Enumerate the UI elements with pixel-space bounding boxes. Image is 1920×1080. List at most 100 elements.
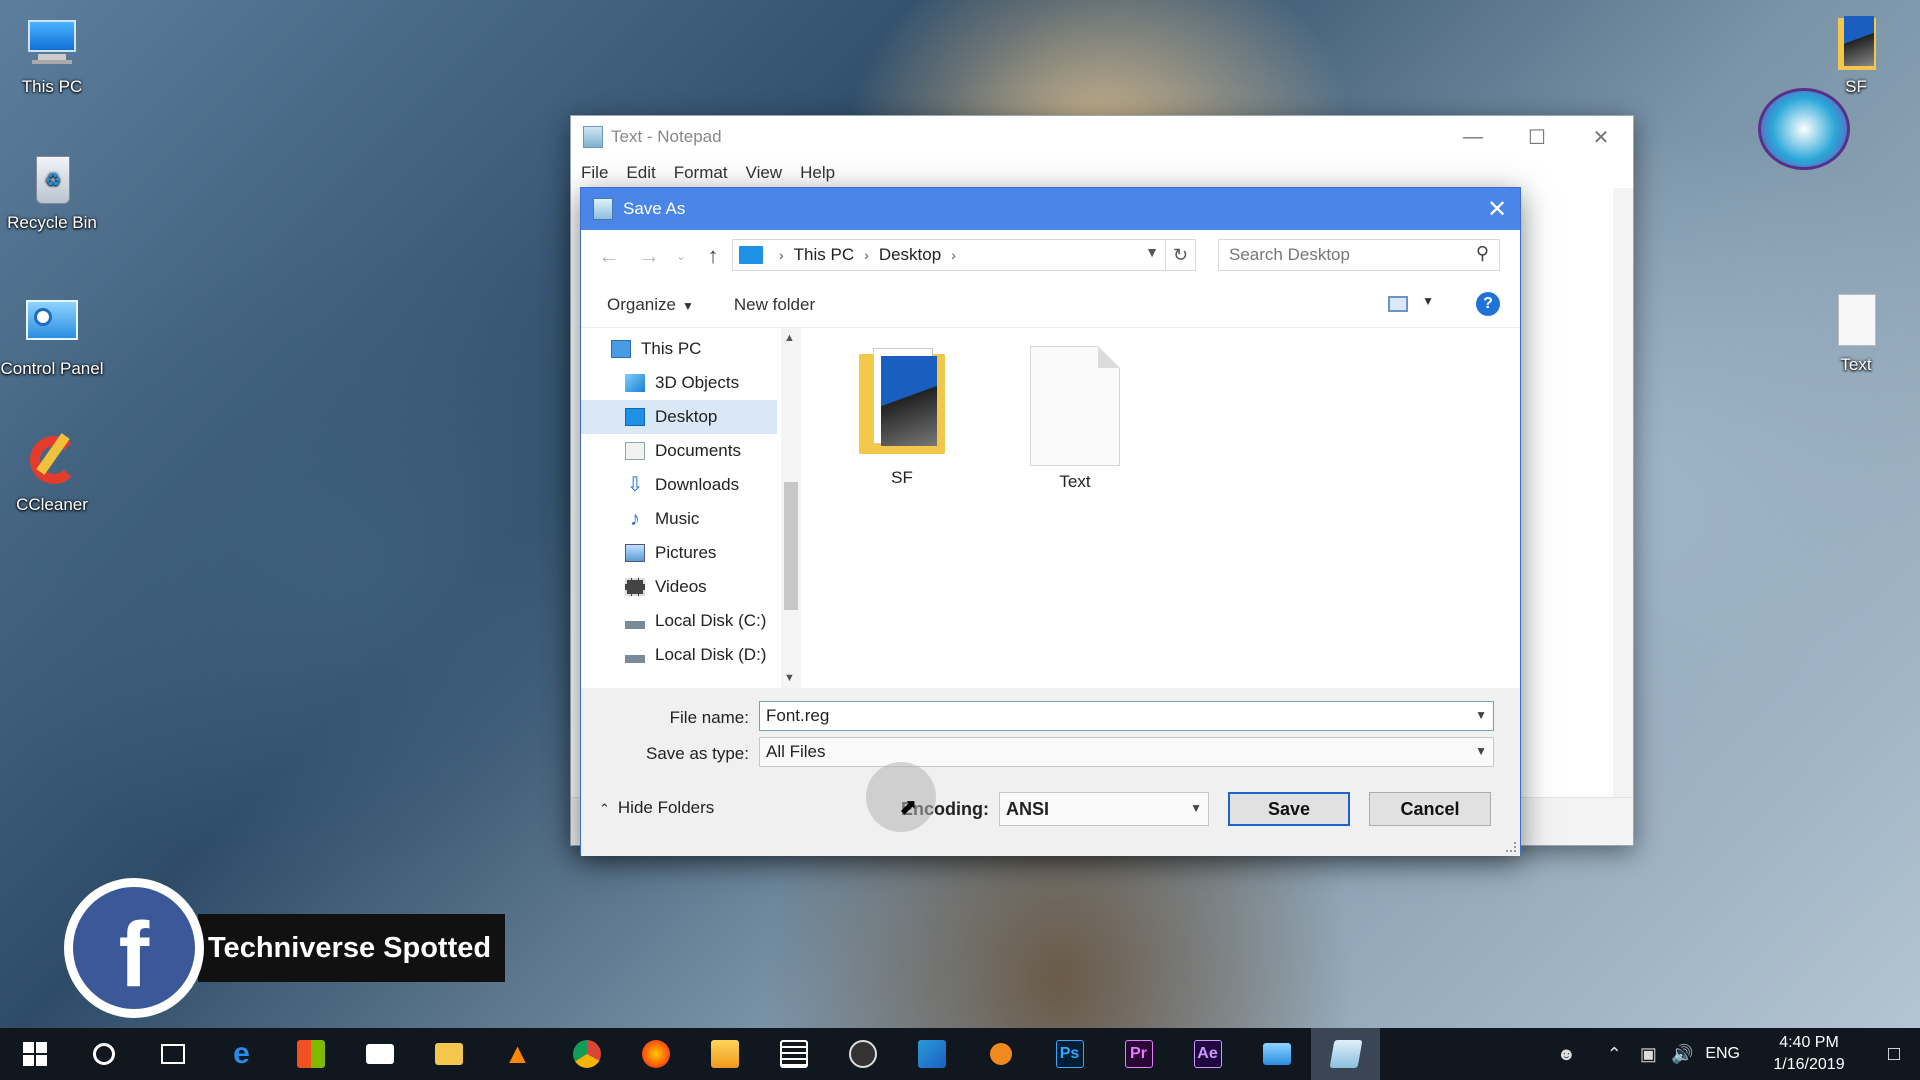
tree-item-this-pc[interactable]: This PC [611,332,781,366]
address-bar[interactable]: › This PC › Desktop › ▼ ↻ [732,239,1196,271]
address-dropdown-icon[interactable]: ▼ [1145,244,1159,260]
tree-item-local-disk-c[interactable]: Local Disk (C:) [625,604,781,638]
people-icon[interactable]: ☻ [1549,1044,1583,1065]
desktop-icon-ccleaner[interactable]: CCleaner [0,432,104,515]
taskbar-photoshop[interactable]: Ps [1035,1028,1104,1080]
file-name-input[interactable]: Font.reg ▼ [759,701,1494,731]
breadcrumb-desktop[interactable]: Desktop [879,245,941,265]
taskbar-store[interactable] [276,1028,345,1080]
search-placeholder: Search Desktop [1229,245,1350,264]
minimize-button[interactable]: — [1441,116,1505,158]
network-icon[interactable]: ▣ [1631,1044,1665,1065]
notepad-titlebar[interactable]: Text - Notepad — ☐ ✕ [571,116,1633,158]
file-item-text[interactable]: Text [1015,346,1135,492]
volume-icon[interactable]: 🔊 [1665,1044,1699,1065]
scroll-up-icon[interactable]: ▲ [784,332,795,344]
desktop-icon-recycle-bin[interactable]: ♻ Recycle Bin [0,150,104,233]
taskbar-edge[interactable]: e [207,1028,276,1080]
taskbar-chrome[interactable] [552,1028,621,1080]
show-hidden-icons-chevron-icon[interactable]: ⌃ [1597,1044,1631,1065]
tree-item-pictures[interactable]: Pictures [625,536,781,570]
caret-down-icon: ▼ [681,298,694,313]
chevron-down-icon[interactable]: ▼ [1475,708,1487,722]
encoding-select[interactable]: ANSI ▼ [999,792,1209,826]
taskbar: e ▲ Ps Pr Ae ☻ ⌃ ▣ 🔊 ENG 4:40 PM 1/16/20… [0,1028,1920,1080]
taskbar-file-explorer[interactable] [414,1028,483,1080]
tree-item-downloads[interactable]: ⇩ Downloads [625,468,781,502]
scrollbar-thumb[interactable] [784,482,798,610]
scroll-down-icon[interactable]: ▼ [784,672,795,684]
desktop-icon-label: CCleaner [16,495,88,514]
resize-grip[interactable] [1506,842,1516,852]
action-center-icon[interactable]: □ [1868,1043,1920,1066]
desktop-icon-label: Control Panel [0,359,104,378]
hide-folders-button[interactable]: ⌃ Hide Folders [599,798,714,818]
clock[interactable]: 4:40 PM 1/16/2019 [1750,1032,1868,1076]
forward-arrow-icon[interactable]: → [629,236,669,276]
taskbar-app[interactable] [966,1028,1035,1080]
desktop-icon-sf[interactable]: SF [1804,14,1908,97]
menu-format[interactable]: Format [674,163,728,183]
taskbar-premiere[interactable]: Pr [1104,1028,1173,1080]
taskbar-media-player[interactable] [690,1028,759,1080]
close-button[interactable]: ✕ [1569,116,1633,158]
refresh-icon[interactable]: ↻ [1165,240,1195,270]
taskbar-obs[interactable] [828,1028,897,1080]
tree-item-videos[interactable]: Videos [625,570,781,604]
tree-item-3d-objects[interactable]: 3D Objects [625,366,781,400]
desktop-icon-text[interactable]: Text [1804,292,1908,375]
view-options-icon[interactable] [1388,296,1408,312]
notepad-vertical-scrollbar[interactable] [1613,188,1633,798]
start-button[interactable] [0,1028,69,1080]
facebook-icon: f [64,878,204,1018]
organize-button[interactable]: Organize ▼ [607,295,694,315]
control-panel-icon [24,296,80,352]
menu-edit[interactable]: Edit [626,163,655,183]
desktop-icon-control-panel[interactable]: Control Panel [0,296,104,379]
file-item-sf[interactable]: SF [842,346,962,488]
desktop-icon-this-pc[interactable]: This PC [0,14,104,97]
dialog-titlebar[interactable]: Save As [581,188,1520,230]
recent-locations-chevron-icon[interactable]: ⌄ [669,236,693,276]
tree-item-music[interactable]: ♪ Music [625,502,781,536]
language-indicator[interactable]: ENG [1705,1045,1740,1063]
taskbar-camtasia[interactable] [897,1028,966,1080]
breadcrumb-this-pc[interactable]: This PC [794,245,854,265]
chevron-down-icon[interactable]: ▼ [1475,744,1487,758]
chevron-up-icon: ⌃ [599,801,610,816]
notepad-icon [583,126,603,148]
cancel-button[interactable]: Cancel [1369,792,1491,826]
taskbar-calculator[interactable] [759,1028,828,1080]
taskbar-notepad[interactable] [1311,1028,1380,1080]
taskbar-mail[interactable] [345,1028,414,1080]
maximize-button[interactable]: ☐ [1505,116,1569,158]
taskbar-firefox[interactable] [621,1028,690,1080]
tree-item-desktop[interactable]: Desktop [581,400,777,434]
menu-help[interactable]: Help [800,163,835,183]
mouse-cursor-icon: ⬈ [899,794,918,819]
menu-file[interactable]: File [581,163,608,183]
cortana-button[interactable] [69,1028,138,1080]
new-folder-button[interactable]: New folder [734,295,815,315]
save-as-dialog[interactable]: Save As ✕ ← → ⌄ ↑ › This PC › Desktop › … [580,187,1521,856]
search-input[interactable]: Search Desktop ⚲ [1218,239,1500,271]
caret-down-icon[interactable]: ▼ [1422,294,1434,308]
tree-item-documents[interactable]: Documents [625,434,781,468]
task-view-button[interactable] [138,1028,207,1080]
tree-scrollbar[interactable]: ▲ ▼ [781,328,801,688]
menu-view[interactable]: View [746,163,783,183]
taskbar-vlc[interactable]: ▲ [483,1028,552,1080]
taskbar-after-effects[interactable]: Ae [1173,1028,1242,1080]
chevron-down-icon[interactable]: ▼ [1190,801,1202,815]
save-as-type-select[interactable]: All Files ▼ [759,737,1494,767]
taskbar-control-panel[interactable] [1242,1028,1311,1080]
back-arrow-icon[interactable]: ← [589,236,629,276]
computer-icon [24,14,80,70]
save-button[interactable]: Save [1228,792,1350,826]
organize-label: Organize [607,294,676,314]
tree-item-local-disk-d[interactable]: Local Disk (D:) [625,638,781,672]
help-icon[interactable]: ? [1476,292,1500,316]
dialog-close-button[interactable]: ✕ [1474,188,1520,230]
save-as-type-value: All Files [766,742,826,761]
up-arrow-icon[interactable]: ↑ [693,236,733,276]
